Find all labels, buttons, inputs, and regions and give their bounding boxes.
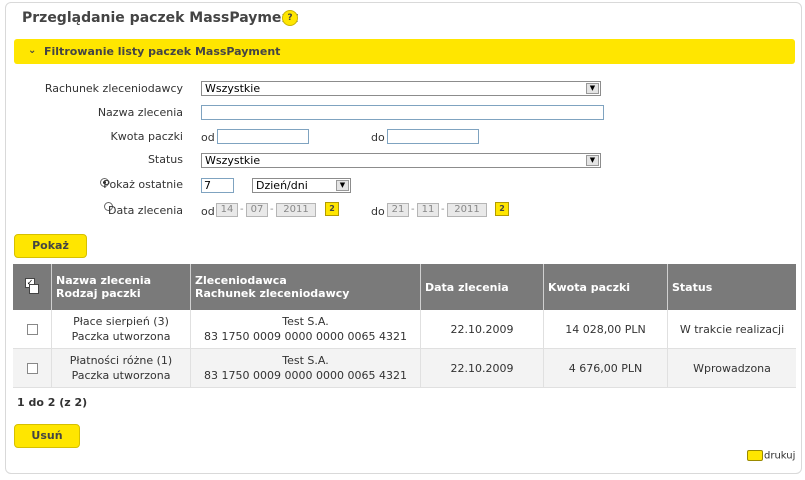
printer-icon [747,450,763,461]
col-status-header[interactable]: Status [667,264,796,310]
col-payer-header[interactable]: Zleceniodawca Rachunek zleceniodawcy [190,264,421,310]
status-cell: Wprowadzona [667,348,796,388]
date-to-day: 21 [387,203,409,217]
order-name-input[interactable] [201,105,604,120]
filter-section-header[interactable]: ⌄ Filtrowanie listy paczek MassPayment [14,39,795,64]
date-from-day: 14 [216,203,238,217]
dropdown-arrow-icon: ▼ [586,83,599,94]
amount-from-label: od [201,131,215,144]
account-select-value: Wszystkie [205,82,261,95]
print-link[interactable]: drukuj [747,450,795,462]
date-cell: 22.10.2009 [420,348,544,388]
status-cell: W trakcie realizacji [667,310,796,349]
help-icon[interactable]: ? [282,10,298,26]
delete-button[interactable]: Usuń [14,424,80,448]
col-date-header[interactable]: Data zlecenia [420,264,544,310]
show-last-unit-select[interactable]: Dzień/dni ▼ [252,178,351,193]
select-all-checkbox[interactable]: ✓ [25,277,39,294]
status-label: Status [147,153,183,166]
show-button[interactable]: Pokaż [14,234,87,258]
col-amount-header[interactable]: Kwota paczki [543,264,668,310]
date-from-year: 2011 [276,203,316,217]
status-select-value: Wszystkie [205,154,261,167]
amount-label: Kwota paczki [110,130,183,143]
date-from-month: 07 [246,203,268,217]
payer-cell: Test S.A. 83 1750 0009 0000 0000 0065 432… [190,348,421,388]
amount-from-input[interactable] [217,129,309,144]
calendar-icon[interactable]: 2 [495,202,509,216]
row-checkbox[interactable] [26,324,38,335]
print-label: drukuj [764,450,796,462]
row-checkbox-cell [13,310,52,349]
select-all-header[interactable]: ✓ [13,264,52,310]
dropdown-arrow-icon: ▼ [336,180,349,191]
row-checkbox[interactable] [26,363,38,374]
dropdown-arrow-icon: ▼ [586,155,599,166]
date-cell: 22.10.2009 [420,310,544,349]
masspayment-panel [5,2,802,474]
amount-to-label: do [371,131,385,144]
page-title: Przeglądanie paczek MassPayment [22,10,299,26]
date-label: Data zlecenia [108,204,183,217]
filter-section-label: Filtrowanie listy paczek MassPayment [44,45,281,58]
date-to-label: do [371,205,385,218]
show-last-unit-value: Dzień/dni [256,179,308,192]
show-last-label: Pokaż ostatnie [103,178,183,191]
name-cell: Płace sierpień (3) Paczka utworzona [51,310,191,349]
date-from-label: od [201,205,215,218]
row-checkbox-cell [13,348,52,388]
table-row[interactable]: Płatności różne (1) Paczka utworzona Test… [13,348,796,388]
payer-cell: Test S.A. 83 1750 0009 0000 0000 0065 432… [190,310,421,349]
status-select[interactable]: Wszystkie ▼ [201,153,601,168]
col-name-header[interactable]: Nazwa zlecenia Rodzaj paczki [51,264,191,310]
pagination-info: 1 do 2 (z 2) [17,396,88,409]
order-name-label: Nazwa zlecenia [97,106,183,119]
date-separator: - [240,204,244,215]
calendar-icon[interactable]: 2 [325,202,339,216]
amount-cell: 4 676,00 PLN [543,348,668,388]
date-separator: - [270,204,274,215]
table-row[interactable]: Płace sierpień (3) Paczka utworzona Test … [13,310,796,349]
date-separator: - [441,204,445,215]
name-cell: Płatności różne (1) Paczka utworzona [51,348,191,388]
date-separator: - [411,204,415,215]
packages-table: ✓ Nazwa zlecenia Rodzaj paczki Zlecenioda… [13,264,796,388]
account-select[interactable]: Wszystkie ▼ [201,81,601,96]
account-label: Rachunek zleceniodawcy [44,82,183,95]
chevron-down-icon: ⌄ [28,45,37,56]
show-last-input[interactable]: 7 [201,178,234,193]
date-to-month: 11 [417,203,439,217]
amount-cell: 14 028,00 PLN [543,310,668,349]
amount-to-input[interactable] [387,129,479,144]
date-to-year: 2011 [447,203,487,217]
